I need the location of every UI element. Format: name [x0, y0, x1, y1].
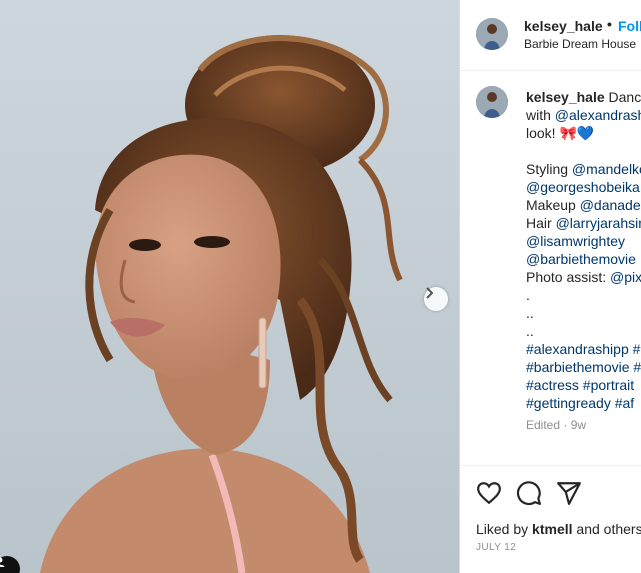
- caption-text: Hair: [526, 215, 556, 231]
- hashtag-link[interactable]: #alexandrashipp #: [526, 341, 640, 357]
- post-author-username[interactable]: kelsey_hale: [524, 18, 603, 34]
- caption-text: ..: [526, 305, 534, 321]
- post-location[interactable]: Barbie Dream House: [524, 37, 636, 51]
- mention-link[interactable]: @danadelia: [580, 197, 641, 213]
- mention-link[interactable]: @pixie: [610, 269, 641, 285]
- mention-link[interactable]: @barbiethemovie: [526, 251, 636, 267]
- avatar-image: [476, 86, 508, 118]
- likes-suffix: and others: [572, 521, 641, 537]
- user-tag-icon: [0, 557, 5, 567]
- section-divider: [460, 465, 641, 466]
- caption-text: .: [526, 287, 530, 303]
- avatar[interactable]: [476, 18, 508, 50]
- mention-link[interactable]: @lisamwrightey: [526, 233, 625, 249]
- post-header: kelsey_hale • Follow Barbie Dream House: [460, 0, 641, 71]
- comment-button[interactable]: [516, 480, 542, 506]
- follow-button[interactable]: Follow: [618, 18, 641, 34]
- share-button[interactable]: [556, 480, 582, 506]
- like-button[interactable]: [476, 480, 502, 506]
- mention-link[interactable]: @alexandrashipp: [555, 107, 641, 123]
- paper-plane-icon: [557, 482, 581, 505]
- post-caption: kelsey_hale Dance with @alexandrashipp l…: [526, 88, 641, 434]
- mention-link[interactable]: @mandelkornjenna: [572, 161, 641, 177]
- caption-text: Photo assist:: [526, 269, 611, 285]
- post-side-panel: kelsey_hale • Follow Barbie Dream House …: [459, 0, 641, 573]
- caption-meta: Edited · 9w: [526, 418, 587, 432]
- mention-link[interactable]: @larryjarahsingh: [556, 215, 641, 231]
- avatar-image: [476, 18, 508, 50]
- caption-text: Makeup: [526, 197, 580, 213]
- comment-icon: [516, 481, 541, 506]
- likes-summary[interactable]: Liked by ktmell and others: [476, 521, 641, 537]
- mention-link[interactable]: @georgeshobeika: [526, 179, 640, 195]
- caption-avatar[interactable]: [476, 86, 508, 118]
- caption-text: with: [526, 107, 555, 123]
- post-date[interactable]: JULY 12: [476, 542, 516, 553]
- separator-dot: •: [607, 16, 612, 32]
- likes-prefix: Liked by: [476, 521, 533, 537]
- post-image[interactable]: [0, 0, 459, 573]
- caption-text: look! 🎀💙: [526, 125, 595, 141]
- caption-text: Dance: [608, 89, 641, 105]
- caption-text: Styling: [526, 161, 572, 177]
- next-image-button[interactable]: [424, 287, 448, 311]
- hashtag-link[interactable]: #barbiethemovie #: [526, 359, 641, 375]
- hashtag-link[interactable]: #actress #portrait: [526, 377, 634, 393]
- liked-by-user[interactable]: ktmell: [532, 521, 572, 537]
- caption-text: ..: [526, 323, 534, 339]
- heart-icon: [477, 482, 501, 505]
- hashtag-link[interactable]: #gettingready #af: [526, 395, 634, 411]
- caption-username[interactable]: kelsey_hale: [526, 89, 605, 105]
- chevron-right-icon: [426, 287, 434, 299]
- portrait-illustration: [0, 0, 459, 573]
